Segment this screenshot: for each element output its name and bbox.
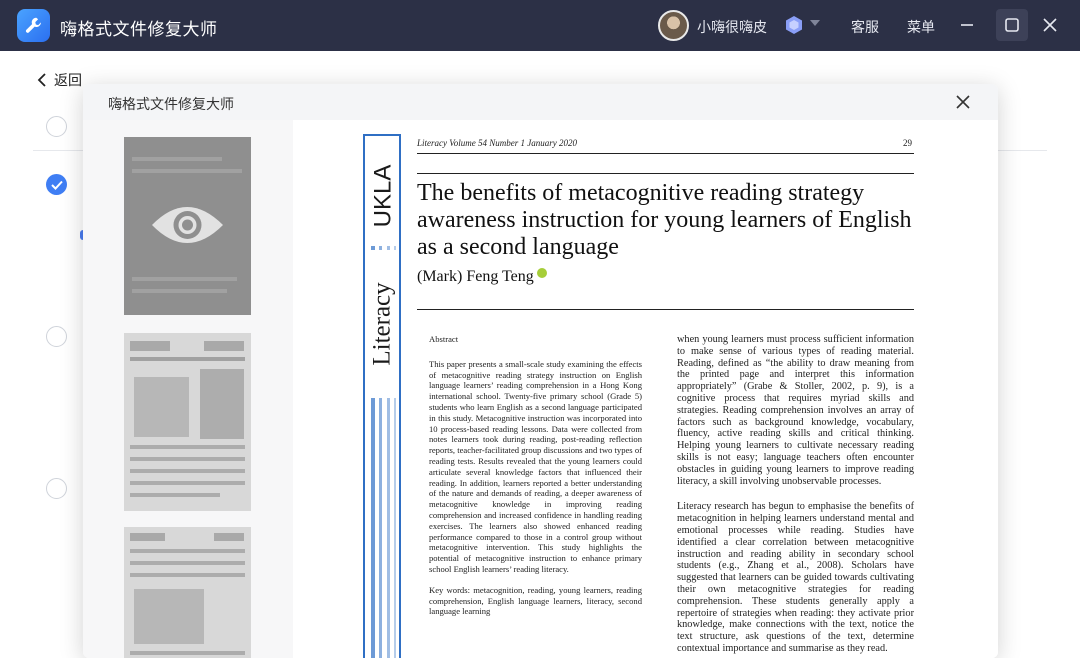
minimize-icon[interactable] bbox=[951, 9, 983, 41]
file-radio[interactable] bbox=[46, 478, 67, 499]
vip-diamond-icon[interactable] bbox=[784, 15, 804, 35]
abstract-column: Abstract This paper presents a small-sca… bbox=[429, 334, 642, 617]
dialog-title: 嗨格式文件修复大师 bbox=[108, 97, 234, 113]
document-preview: UKLA Literacy Literacy Volume 54 Number … bbox=[293, 120, 998, 658]
close-icon[interactable] bbox=[953, 92, 973, 112]
eye-icon bbox=[150, 195, 225, 255]
customer-service-button[interactable]: 客服 bbox=[851, 17, 879, 37]
page-thumbnails bbox=[83, 120, 293, 658]
title-bar: 嗨格式文件修复大师 小嗨很嗨皮 客服 菜单 bbox=[0, 0, 1080, 51]
article-author: (Mark) Feng Teng bbox=[417, 268, 547, 286]
journal-brand: UKLA bbox=[369, 164, 397, 228]
body-paragraph: when young learners must process suffici… bbox=[677, 334, 914, 487]
check-icon bbox=[50, 180, 63, 190]
header-rule bbox=[417, 153, 914, 154]
page-thumbnail[interactable] bbox=[124, 527, 251, 658]
page-thumbnail-selected[interactable] bbox=[124, 137, 251, 315]
journal-sidebar: UKLA Literacy bbox=[363, 134, 401, 658]
running-head: Literacy Volume 54 Number 1 January 2020 bbox=[417, 138, 577, 148]
chevron-down-icon[interactable] bbox=[810, 20, 820, 26]
keywords: Key words: metacognition, reading, young… bbox=[429, 584, 642, 617]
journal-name: Literacy bbox=[369, 282, 396, 366]
abstract-text: This paper presents a small-scale study … bbox=[429, 358, 642, 574]
abstract-heading: Abstract bbox=[429, 334, 459, 344]
preview-dialog: 嗨格式文件修复大师 UKLA Literacy Literacy Volume … bbox=[83, 84, 998, 658]
body-paragraph: Literacy research has begun to emphasise… bbox=[677, 501, 914, 654]
title-rule bbox=[417, 173, 914, 174]
maximize-icon[interactable] bbox=[996, 9, 1028, 41]
body-column: when young learners must process suffici… bbox=[677, 334, 914, 655]
app-logo-icon bbox=[17, 9, 50, 42]
window-close-icon[interactable] bbox=[1034, 9, 1066, 41]
app-title: 嗨格式文件修复大师 bbox=[60, 20, 218, 40]
file-radio[interactable] bbox=[46, 326, 67, 347]
back-button[interactable]: 返回 bbox=[36, 70, 82, 90]
dialog-header: 嗨格式文件修复大师 bbox=[83, 84, 998, 120]
menu-button[interactable]: 菜单 bbox=[907, 17, 935, 37]
file-radio-checked[interactable] bbox=[46, 174, 67, 195]
chevron-left-icon bbox=[37, 73, 46, 87]
page-number: 29 bbox=[903, 138, 912, 148]
user-avatar[interactable] bbox=[658, 10, 689, 41]
file-radio[interactable] bbox=[46, 116, 67, 137]
article-title: The benefits of metacognitive reading st… bbox=[417, 180, 912, 260]
user-name[interactable]: 小嗨很嗨皮 bbox=[697, 17, 767, 37]
abstract-rule bbox=[417, 309, 914, 310]
page-thumbnail[interactable] bbox=[124, 333, 251, 511]
orcid-icon bbox=[536, 268, 547, 278]
back-label: 返回 bbox=[54, 73, 82, 89]
